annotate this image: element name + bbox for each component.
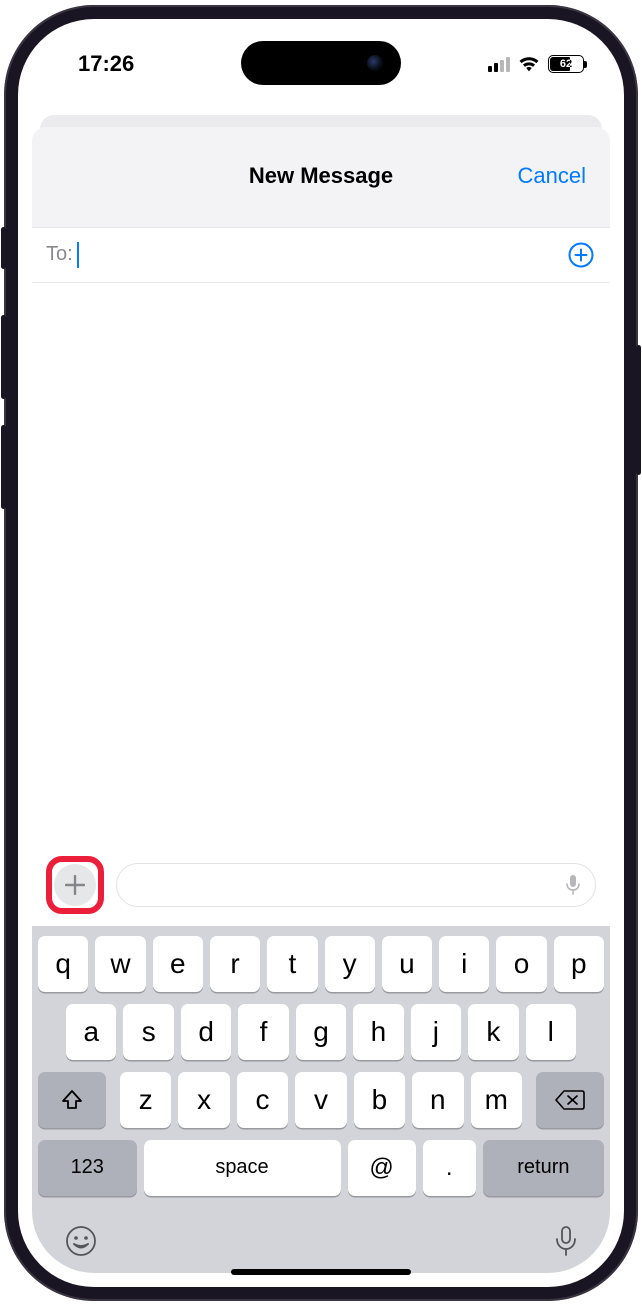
backspace-key[interactable] — [536, 1072, 604, 1128]
key-n[interactable]: n — [412, 1072, 463, 1128]
key-i[interactable]: i — [439, 936, 489, 992]
return-key[interactable]: return — [483, 1140, 604, 1196]
recipients-row[interactable]: To: — [32, 227, 610, 283]
emoji-icon — [64, 1224, 98, 1258]
key-c[interactable]: c — [237, 1072, 288, 1128]
period-key[interactable]: . — [423, 1140, 476, 1196]
key-l[interactable]: l — [526, 1004, 576, 1060]
key-s[interactable]: s — [123, 1004, 173, 1060]
wifi-icon — [518, 55, 540, 73]
cellular-signal-icon — [488, 56, 510, 72]
conversation-area — [32, 283, 610, 844]
plus-circle-icon — [568, 242, 594, 268]
page-title: New Message — [249, 163, 393, 189]
key-q[interactable]: q — [38, 936, 88, 992]
screen: 17:26 62 New Message Cancel — [18, 19, 624, 1287]
recipients-input[interactable] — [83, 243, 562, 266]
key-z[interactable]: z — [120, 1072, 171, 1128]
key-h[interactable]: h — [353, 1004, 403, 1060]
to-label: To: — [46, 243, 73, 266]
compose-bar — [32, 844, 610, 926]
mic-icon — [554, 1225, 578, 1257]
keyboard-dictation-button[interactable] — [554, 1225, 578, 1262]
key-u[interactable]: u — [382, 936, 432, 992]
key-a[interactable]: a — [66, 1004, 116, 1060]
keyboard: qwertyuiop asdfghjkl zxcvbnm — [32, 926, 610, 1273]
front-camera — [367, 55, 383, 71]
key-x[interactable]: x — [178, 1072, 229, 1128]
backspace-icon — [555, 1089, 585, 1111]
new-message-sheet: New Message Cancel To: — [32, 127, 610, 1273]
nav-header: New Message Cancel — [32, 127, 610, 227]
at-key[interactable]: @ — [348, 1140, 416, 1196]
annotation-highlight — [46, 856, 104, 914]
status-time: 17:26 — [78, 51, 134, 77]
iphone-frame: 17:26 62 New Message Cancel — [4, 5, 638, 1301]
key-g[interactable]: g — [296, 1004, 346, 1060]
volume-down-button — [1, 425, 6, 509]
shift-icon — [60, 1088, 84, 1112]
key-w[interactable]: w — [95, 936, 145, 992]
emoji-button[interactable] — [64, 1224, 98, 1263]
cancel-button[interactable]: Cancel — [518, 163, 586, 189]
key-t[interactable]: t — [267, 936, 317, 992]
home-indicator[interactable] — [231, 1269, 411, 1275]
plus-icon — [65, 875, 85, 895]
add-contact-button[interactable] — [566, 240, 596, 270]
space-key[interactable]: space — [144, 1140, 341, 1196]
key-f[interactable]: f — [238, 1004, 288, 1060]
key-d[interactable]: d — [181, 1004, 231, 1060]
key-p[interactable]: p — [554, 936, 604, 992]
battery-percent: 62 — [560, 58, 572, 70]
key-r[interactable]: r — [210, 936, 260, 992]
dynamic-island — [241, 41, 401, 85]
key-v[interactable]: v — [295, 1072, 346, 1128]
key-y[interactable]: y — [325, 936, 375, 992]
key-j[interactable]: j — [411, 1004, 461, 1060]
side-button — [1, 227, 6, 269]
key-m[interactable]: m — [471, 1072, 522, 1128]
key-k[interactable]: k — [468, 1004, 518, 1060]
apps-plus-button[interactable] — [54, 864, 96, 906]
shift-key[interactable] — [38, 1072, 106, 1128]
numbers-key[interactable]: 123 — [38, 1140, 137, 1196]
key-o[interactable]: o — [496, 936, 546, 992]
text-cursor — [77, 242, 79, 268]
key-b[interactable]: b — [354, 1072, 405, 1128]
key-e[interactable]: e — [153, 936, 203, 992]
power-button — [636, 345, 641, 475]
volume-up-button — [1, 315, 6, 399]
dictation-icon[interactable] — [565, 874, 581, 896]
battery-indicator: 62 — [548, 55, 584, 73]
message-input[interactable] — [116, 863, 596, 907]
